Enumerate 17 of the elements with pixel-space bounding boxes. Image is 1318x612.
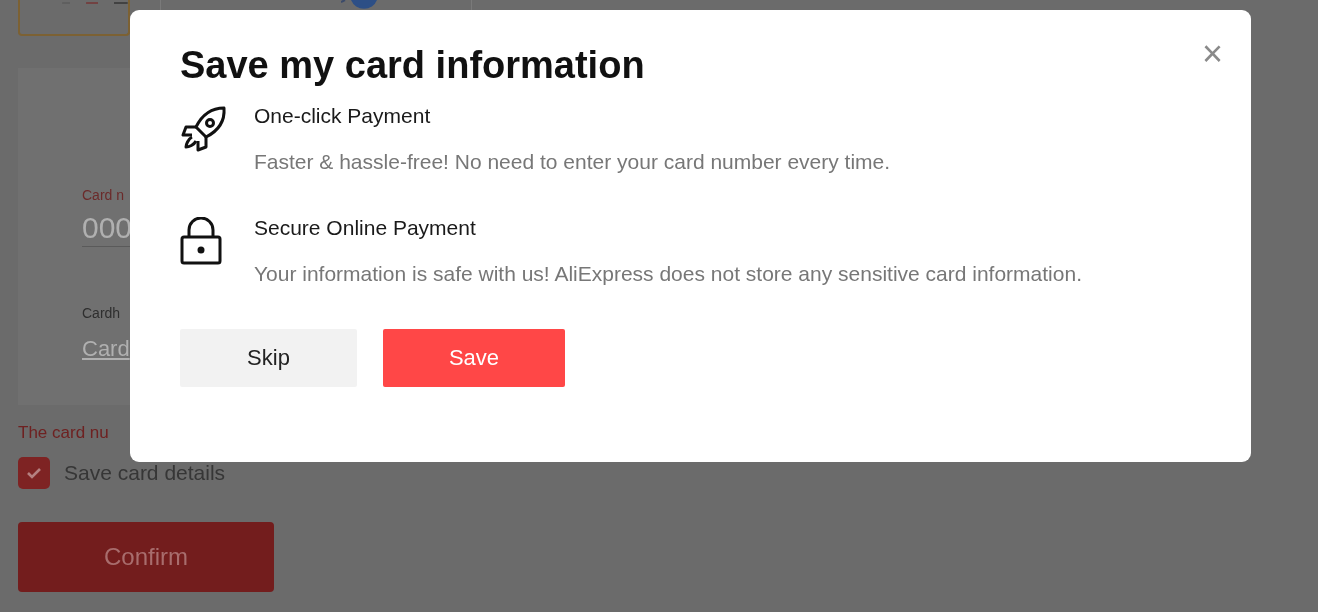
confirm-button[interactable]: Confirm xyxy=(18,522,274,592)
cardholder-field[interactable]: Card xyxy=(82,334,130,364)
save-button[interactable]: Save xyxy=(383,329,565,387)
feature-description: Your information is safe with us! AliExpress does not store any sensitive card information. xyxy=(254,261,1082,287)
checkbox[interactable] xyxy=(18,457,50,489)
lock-icon xyxy=(180,217,222,265)
dialog-title: Save my card information xyxy=(180,44,645,87)
feature-title: One-click Payment xyxy=(254,103,431,129)
close-button[interactable]: × xyxy=(1201,36,1223,72)
check-icon xyxy=(26,467,42,479)
error-message: The card nu xyxy=(18,423,109,443)
field-label: Cardh xyxy=(82,305,121,321)
skip-button[interactable]: Skip xyxy=(180,329,357,387)
feature-description: Faster & hassle-free! No need to enter your card number every time. xyxy=(254,149,891,175)
rocket-icon xyxy=(180,105,228,153)
feature-title: Secure Online Payment xyxy=(254,215,476,241)
field-label: Card n xyxy=(82,187,125,203)
